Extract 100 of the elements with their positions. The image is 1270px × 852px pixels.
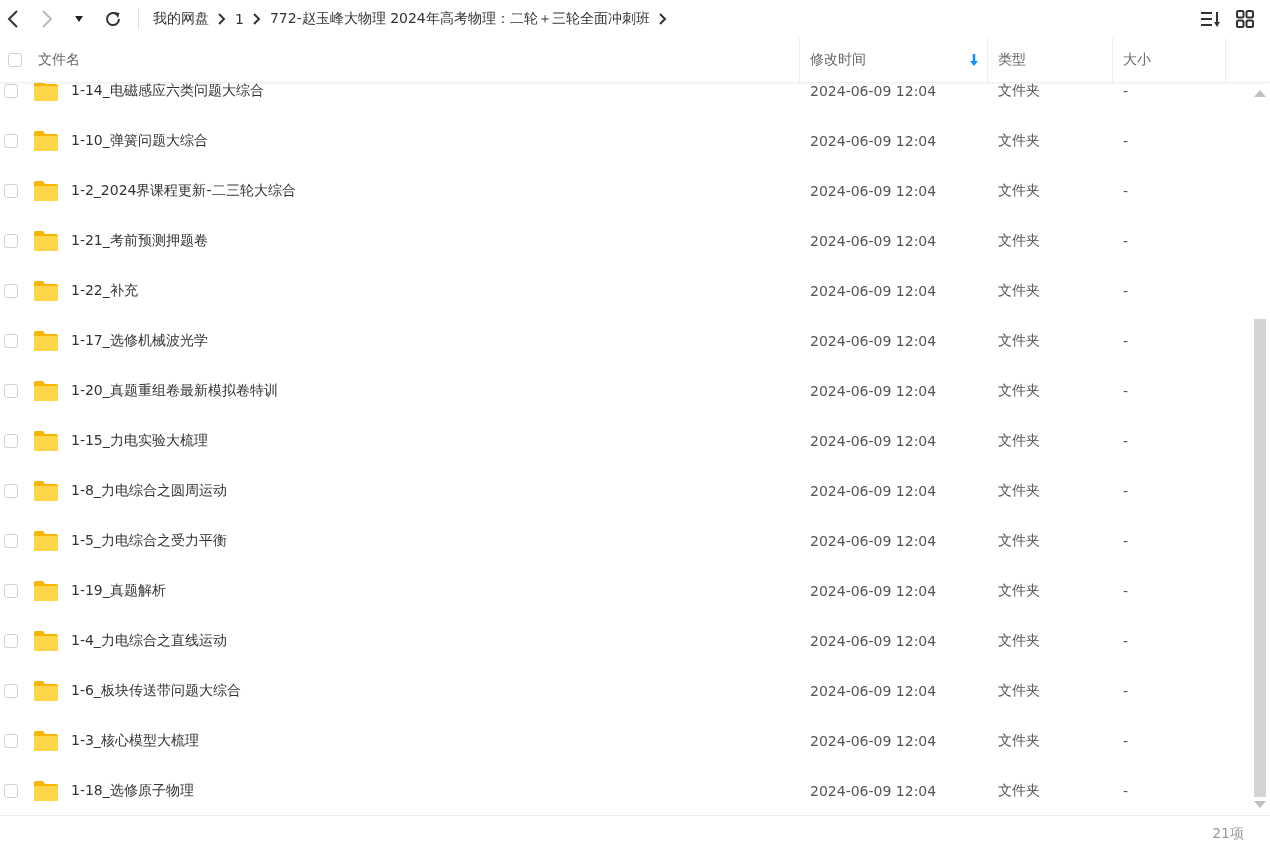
modified-time: 2024-06-09 12:04	[810, 633, 937, 649]
file-name[interactable]: 1-18_选修原子物理	[71, 782, 194, 800]
breadcrumb-link[interactable]: 1	[235, 11, 244, 27]
folder-icon	[33, 730, 59, 752]
folder-icon	[33, 480, 59, 502]
file-type: 文件夹	[998, 182, 1040, 200]
checkbox[interactable]	[4, 584, 18, 598]
file-type: 文件夹	[998, 382, 1040, 400]
folder-icon	[33, 83, 59, 102]
modified-time: 2024-06-09 12:04	[810, 683, 937, 699]
file-size: -	[1123, 133, 1129, 149]
breadcrumb-link[interactable]: 我的网盘	[153, 10, 209, 28]
folder-icon	[33, 780, 59, 802]
column-header[interactable]: 修改时间	[800, 38, 988, 82]
file-size: -	[1123, 783, 1129, 799]
refresh-icon[interactable]	[104, 10, 122, 28]
modified-time: 2024-06-09 12:04	[810, 133, 937, 149]
checkbox[interactable]	[4, 384, 18, 398]
checkbox[interactable]	[4, 84, 18, 98]
folder-icon	[33, 580, 59, 602]
file-type: 文件夹	[998, 532, 1040, 550]
file-name[interactable]: 1-3_核心模型大梳理	[71, 732, 199, 750]
column-header[interactable]: 类型	[988, 38, 1113, 82]
file-name[interactable]: 1-10_弹簧问题大综合	[71, 132, 208, 150]
checkbox[interactable]	[4, 484, 18, 498]
file-name[interactable]: 1-6_板块传送带问题大综合	[71, 682, 241, 700]
scroll-up-icon[interactable]	[1254, 89, 1266, 97]
file-size: -	[1123, 683, 1129, 699]
scroll-down-icon[interactable]	[1254, 801, 1266, 809]
file-name[interactable]: 1-2_2024界课程更新-二三轮大综合	[71, 182, 296, 200]
modified-time: 2024-06-09 12:04	[810, 383, 937, 399]
modified-time: 2024-06-09 12:04	[810, 783, 937, 799]
file-type: 文件夹	[998, 432, 1040, 450]
checkbox[interactable]	[4, 634, 18, 648]
file-size: -	[1123, 483, 1129, 499]
modified-time: 2024-06-09 12:04	[810, 333, 937, 349]
file-name[interactable]: 1-17_选修机械波光学	[71, 332, 208, 350]
file-size: -	[1123, 383, 1129, 399]
file-type: 文件夹	[998, 682, 1040, 700]
checkbox[interactable]	[8, 53, 22, 67]
grid-view-icon[interactable]	[1236, 10, 1254, 28]
folder-icon	[33, 330, 59, 352]
chevron-icon	[218, 13, 226, 25]
file-type: 文件夹	[998, 132, 1040, 150]
modified-time: 2024-06-09 12:04	[810, 283, 937, 299]
folder-icon	[33, 180, 59, 202]
checkbox[interactable]	[4, 434, 18, 448]
modified-time: 2024-06-09 12:04	[810, 733, 937, 749]
file-size: -	[1123, 233, 1129, 249]
back-icon[interactable]	[6, 9, 20, 29]
file-size: -	[1123, 283, 1129, 299]
file-name[interactable]: 1-15_力电实验大梳理	[71, 432, 208, 450]
file-name[interactable]: 1-14_电磁感应六类问题大综合	[71, 83, 264, 100]
scroll-thumb[interactable]	[1254, 319, 1266, 797]
folder-icon	[33, 680, 59, 702]
checkbox[interactable]	[4, 234, 18, 248]
file-name[interactable]: 1-22_补充	[71, 282, 138, 300]
checkbox[interactable]	[4, 284, 18, 298]
checkbox[interactable]	[4, 784, 18, 798]
checkbox[interactable]	[4, 184, 18, 198]
folder-icon	[33, 230, 59, 252]
checkbox[interactable]	[4, 134, 18, 148]
file-name[interactable]: 1-4_力电综合之直线运动	[71, 632, 227, 650]
checkbox[interactable]	[4, 684, 18, 698]
checkbox[interactable]	[4, 534, 18, 548]
file-type: 文件夹	[998, 332, 1040, 350]
file-size: -	[1123, 183, 1129, 199]
column-header[interactable]: 大小	[1113, 38, 1226, 82]
breadcrumb-link[interactable]: 772-赵玉峰大物理 2024年高考物理：二轮＋三轮全面冲刺班	[269, 10, 650, 28]
file-size: -	[1123, 83, 1129, 99]
file-size: -	[1123, 583, 1129, 599]
file-name[interactable]: 1-19_真题解析	[71, 582, 166, 600]
column-label: 文件名	[38, 51, 80, 69]
checkbox[interactable]	[4, 334, 18, 348]
sort-icon[interactable]	[1200, 10, 1222, 28]
folder-icon	[33, 530, 59, 552]
modified-time: 2024-06-09 12:04	[810, 183, 937, 199]
forward-icon[interactable]	[40, 9, 54, 29]
chevron-icon	[252, 13, 261, 25]
file-name[interactable]: 1-8_力电综合之圆周运动	[71, 482, 227, 500]
file-type: 文件夹	[998, 282, 1040, 300]
item-count: 21项	[1212, 825, 1244, 843]
modified-time: 2024-06-09 12:04	[810, 483, 937, 499]
modified-time: 2024-06-09 12:04	[810, 83, 937, 99]
file-size: -	[1123, 733, 1129, 749]
file-type: 文件夹	[998, 482, 1040, 500]
file-name[interactable]: 1-20_真题重组卷最新模拟卷特训	[71, 382, 278, 400]
file-name[interactable]: 1-21_考前预测押题卷	[71, 232, 208, 250]
folder-icon	[33, 630, 59, 652]
file-type: 文件夹	[998, 83, 1040, 100]
file-size: -	[1123, 433, 1129, 449]
modified-time: 2024-06-09 12:04	[810, 583, 937, 599]
modified-time: 2024-06-09 12:04	[810, 433, 937, 449]
file-type: 文件夹	[998, 782, 1040, 800]
file-name[interactable]: 1-5_力电综合之受力平衡	[71, 532, 227, 550]
folder-icon	[33, 280, 59, 302]
checkbox[interactable]	[4, 734, 18, 748]
file-type: 文件夹	[998, 732, 1040, 750]
modified-time: 2024-06-09 12:04	[810, 233, 937, 249]
dropdown-icon[interactable]	[74, 15, 84, 23]
